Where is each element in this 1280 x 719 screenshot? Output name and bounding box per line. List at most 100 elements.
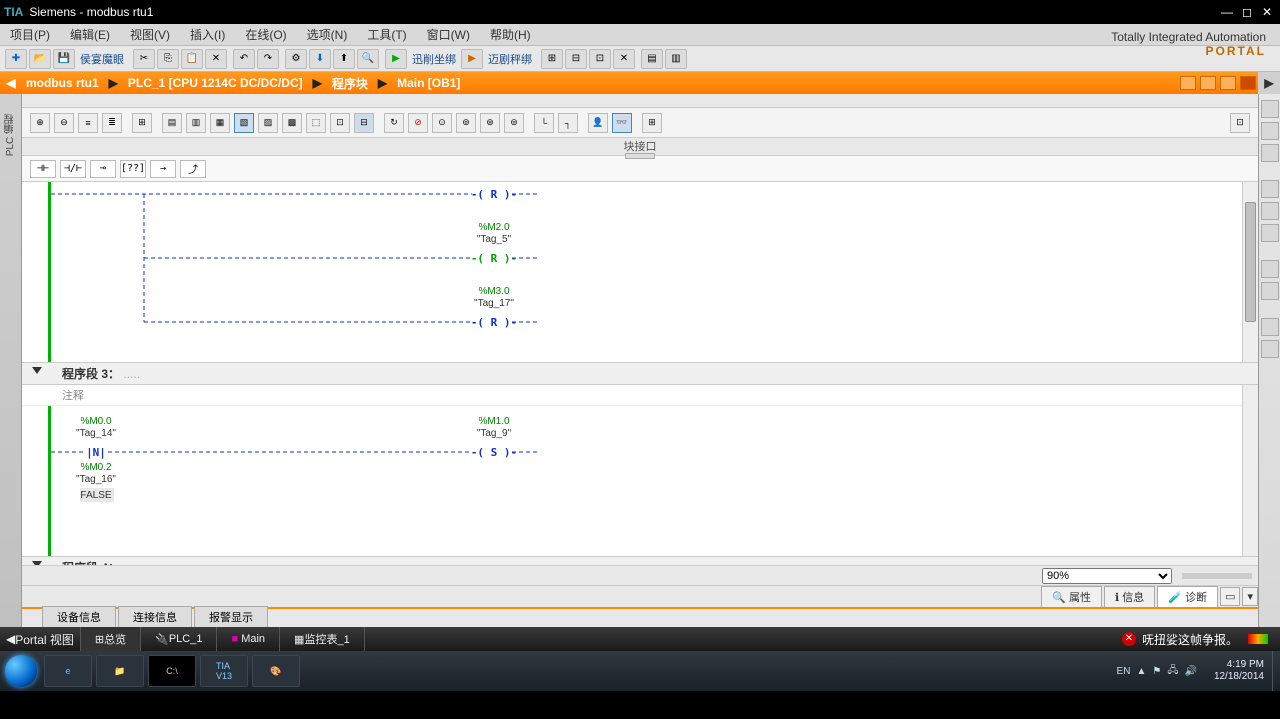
lt-icon-13[interactable]: ⊡ [330, 113, 350, 133]
lt-icon-expand[interactable]: ⊡ [1230, 113, 1250, 133]
editor-close-button[interactable] [1240, 76, 1256, 90]
inspector-collapse-icon[interactable]: ▾ [1242, 587, 1258, 606]
diag-alarm[interactable]: 报警显示 [194, 606, 268, 627]
lt-icon-15[interactable]: ↻ [384, 113, 404, 133]
task-paint-icon[interactable]: 🎨 [252, 655, 300, 687]
diag-device-info[interactable]: 设备信息 [42, 606, 116, 627]
search-icon[interactable]: 🔍 [357, 49, 379, 69]
lt-icon-18[interactable]: ⊚ [456, 113, 476, 133]
rg-icon-10[interactable] [1261, 340, 1279, 358]
left-gutter[interactable]: PLC 编程 [0, 94, 22, 627]
breadcrumb-forward-icon[interactable]: ▶ [1258, 72, 1280, 94]
rg-icon-8[interactable] [1261, 282, 1279, 300]
download-icon[interactable]: ⬇ [309, 49, 331, 69]
network-4-header[interactable]: 程序段 4： [22, 556, 1258, 565]
lt-icon-6[interactable]: ▤ [162, 113, 182, 133]
tray-up-icon[interactable]: ▲ [1136, 666, 1146, 677]
lt-icon-16[interactable]: ⊘ [408, 113, 428, 133]
block-interface-header[interactable]: 块接口 [22, 138, 1258, 156]
lt-icon-8[interactable]: ▦ [210, 113, 230, 133]
taskbar-clock[interactable]: 4:19 PM 12/18/2014 [1206, 659, 1272, 683]
lt-icon-20[interactable]: ⊜ [504, 113, 524, 133]
network-3-comment[interactable]: 注释 [22, 385, 1258, 406]
branch-icon[interactable]: → [150, 160, 176, 178]
tab-info[interactable]: ℹ 信息 [1104, 586, 1155, 608]
rg-icon-1[interactable] [1261, 100, 1279, 118]
lt-icon-21[interactable]: └ [534, 113, 554, 133]
menu-view[interactable]: 视图(V) [120, 26, 180, 43]
status-tab-overview[interactable]: ⊞ 总览 [81, 627, 141, 651]
compile-icon[interactable]: ⚙ [285, 49, 307, 69]
copy-icon[interactable]: ⎘ [157, 49, 179, 69]
lt-icon-12[interactable]: ⬚ [306, 113, 326, 133]
new-project-icon[interactable]: ✚ [5, 49, 27, 69]
editor-maximize-button[interactable] [1220, 76, 1236, 90]
rg-icon-5[interactable] [1261, 202, 1279, 220]
tray-action-icon[interactable]: ⚑ [1152, 666, 1161, 677]
lt-icon-25[interactable]: ⊞ [642, 113, 662, 133]
start-button[interactable] [0, 651, 42, 691]
editor-restore-button[interactable] [1200, 76, 1216, 90]
menu-options[interactable]: 选项(N) [297, 26, 358, 43]
redo-icon[interactable]: ↷ [257, 49, 279, 69]
menu-online[interactable]: 在线(O) [235, 26, 296, 43]
status-tab-main[interactable]: ■ Main [217, 627, 280, 651]
coil-icon[interactable]: ⊸ [90, 160, 116, 178]
crumb-main[interactable]: Main [OB1] [393, 76, 464, 90]
lt-icon-3[interactable]: ≡ [78, 113, 98, 133]
lt-icon-1[interactable]: ⊕ [30, 113, 50, 133]
portal-view-button[interactable]: ◀ Portal 视图 [0, 627, 81, 651]
go-online-icon[interactable]: ▶ [385, 49, 407, 69]
split-h-icon[interactable]: ▤ [641, 49, 663, 69]
tray-net-icon[interactable]: 🖧 [1167, 663, 1178, 680]
rg-icon-3[interactable] [1261, 144, 1279, 162]
crumb-plc[interactable]: PLC_1 [CPU 1214C DC/DC/DC] [124, 76, 307, 90]
save-icon[interactable]: 💾 [53, 49, 75, 69]
ladder-canvas[interactable]: -( R )- %M2.0 "Tag_5" -( R )- %M3.0 "Tag… [22, 182, 1258, 565]
branch-close-icon[interactable]: ⤴ [180, 160, 206, 178]
box-icon[interactable]: [??] [120, 160, 146, 178]
close-button[interactable]: ✕ [1258, 5, 1276, 19]
delete-icon[interactable]: ✕ [205, 49, 227, 69]
crumb-project[interactable]: modbus rtu1 [22, 76, 103, 90]
split-v-icon[interactable]: ▥ [665, 49, 687, 69]
lt-icon-24[interactable]: 👓 [612, 113, 632, 133]
tray-lang[interactable]: EN [1117, 666, 1131, 677]
nc-contact-icon[interactable]: ⊣/⊢ [60, 160, 86, 178]
editor-minimize-button[interactable] [1180, 76, 1196, 90]
tb-icon-1[interactable]: ⊞ [541, 49, 563, 69]
tab-diagnostics[interactable]: 🧪 诊断 [1157, 586, 1218, 608]
status-tab-plc[interactable]: 🔌 PLC_1 [141, 627, 217, 651]
menu-insert[interactable]: 插入(I) [180, 26, 235, 43]
task-explorer-icon[interactable]: 📁 [96, 655, 144, 687]
inspector-layout-icon[interactable]: ▭ [1220, 587, 1240, 606]
cut-icon[interactable]: ✂ [133, 49, 155, 69]
upload-icon[interactable]: ⬆ [333, 49, 355, 69]
menu-edit[interactable]: 编辑(E) [60, 26, 120, 43]
menu-project[interactable]: 项目(P) [0, 26, 60, 43]
lt-icon-10[interactable]: ▨ [258, 113, 278, 133]
paste-icon[interactable]: 📋 [181, 49, 203, 69]
network-3-header[interactable]: 程序段 3： ..... [22, 362, 1258, 385]
tb-icon-2[interactable]: ⊟ [565, 49, 587, 69]
crumb-blocks[interactable]: 程序块 [328, 75, 372, 92]
minimize-button[interactable]: — [1218, 5, 1236, 19]
lt-icon-14[interactable]: ⊟ [354, 113, 374, 133]
rg-icon-7[interactable] [1261, 260, 1279, 278]
lt-icon-19[interactable]: ⊛ [480, 113, 500, 133]
diag-connection-info[interactable]: 连接信息 [118, 606, 192, 627]
zoom-slider[interactable] [1182, 573, 1252, 579]
go-offline-icon[interactable]: ▶ [461, 49, 483, 69]
system-tray[interactable]: EN ▲ ⚑ 🖧 🔊 [1108, 663, 1206, 680]
lt-icon-22[interactable]: ┐ [558, 113, 578, 133]
task-tia-icon[interactable]: TIAV13 [200, 655, 248, 687]
status-error[interactable]: ✕呒扭娑这帧争报。 [1122, 631, 1238, 648]
undo-icon[interactable]: ↶ [233, 49, 255, 69]
rg-icon-2[interactable] [1261, 122, 1279, 140]
lt-icon-11[interactable]: ▩ [282, 113, 302, 133]
tray-vol-icon[interactable]: 🔊 [1184, 666, 1196, 677]
tb-icon-3[interactable]: ⊡ [589, 49, 611, 69]
lt-icon-7[interactable]: ▥ [186, 113, 206, 133]
menu-help[interactable]: 帮助(H) [480, 26, 541, 43]
show-desktop-button[interactable] [1272, 651, 1280, 691]
